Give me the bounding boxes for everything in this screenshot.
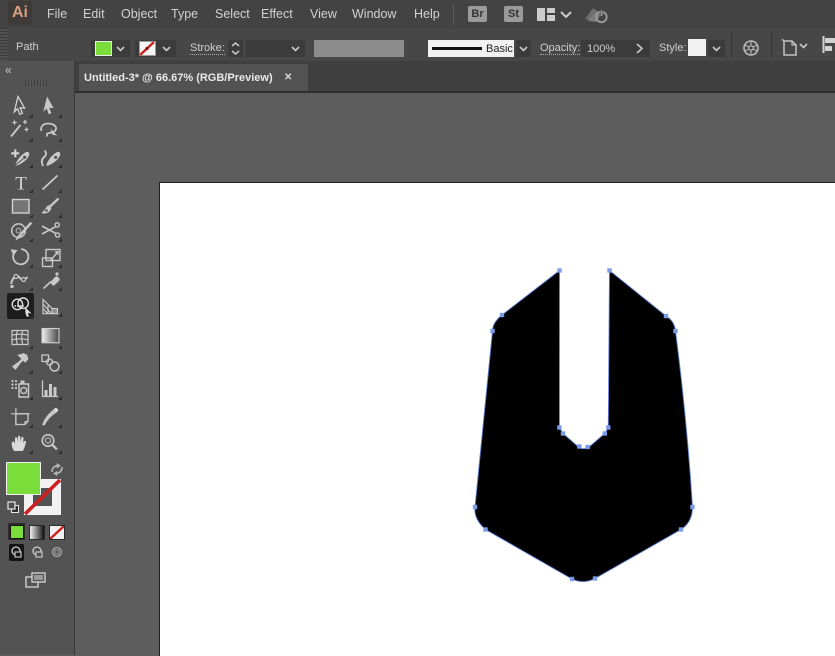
svg-text:T: T	[15, 174, 27, 195]
